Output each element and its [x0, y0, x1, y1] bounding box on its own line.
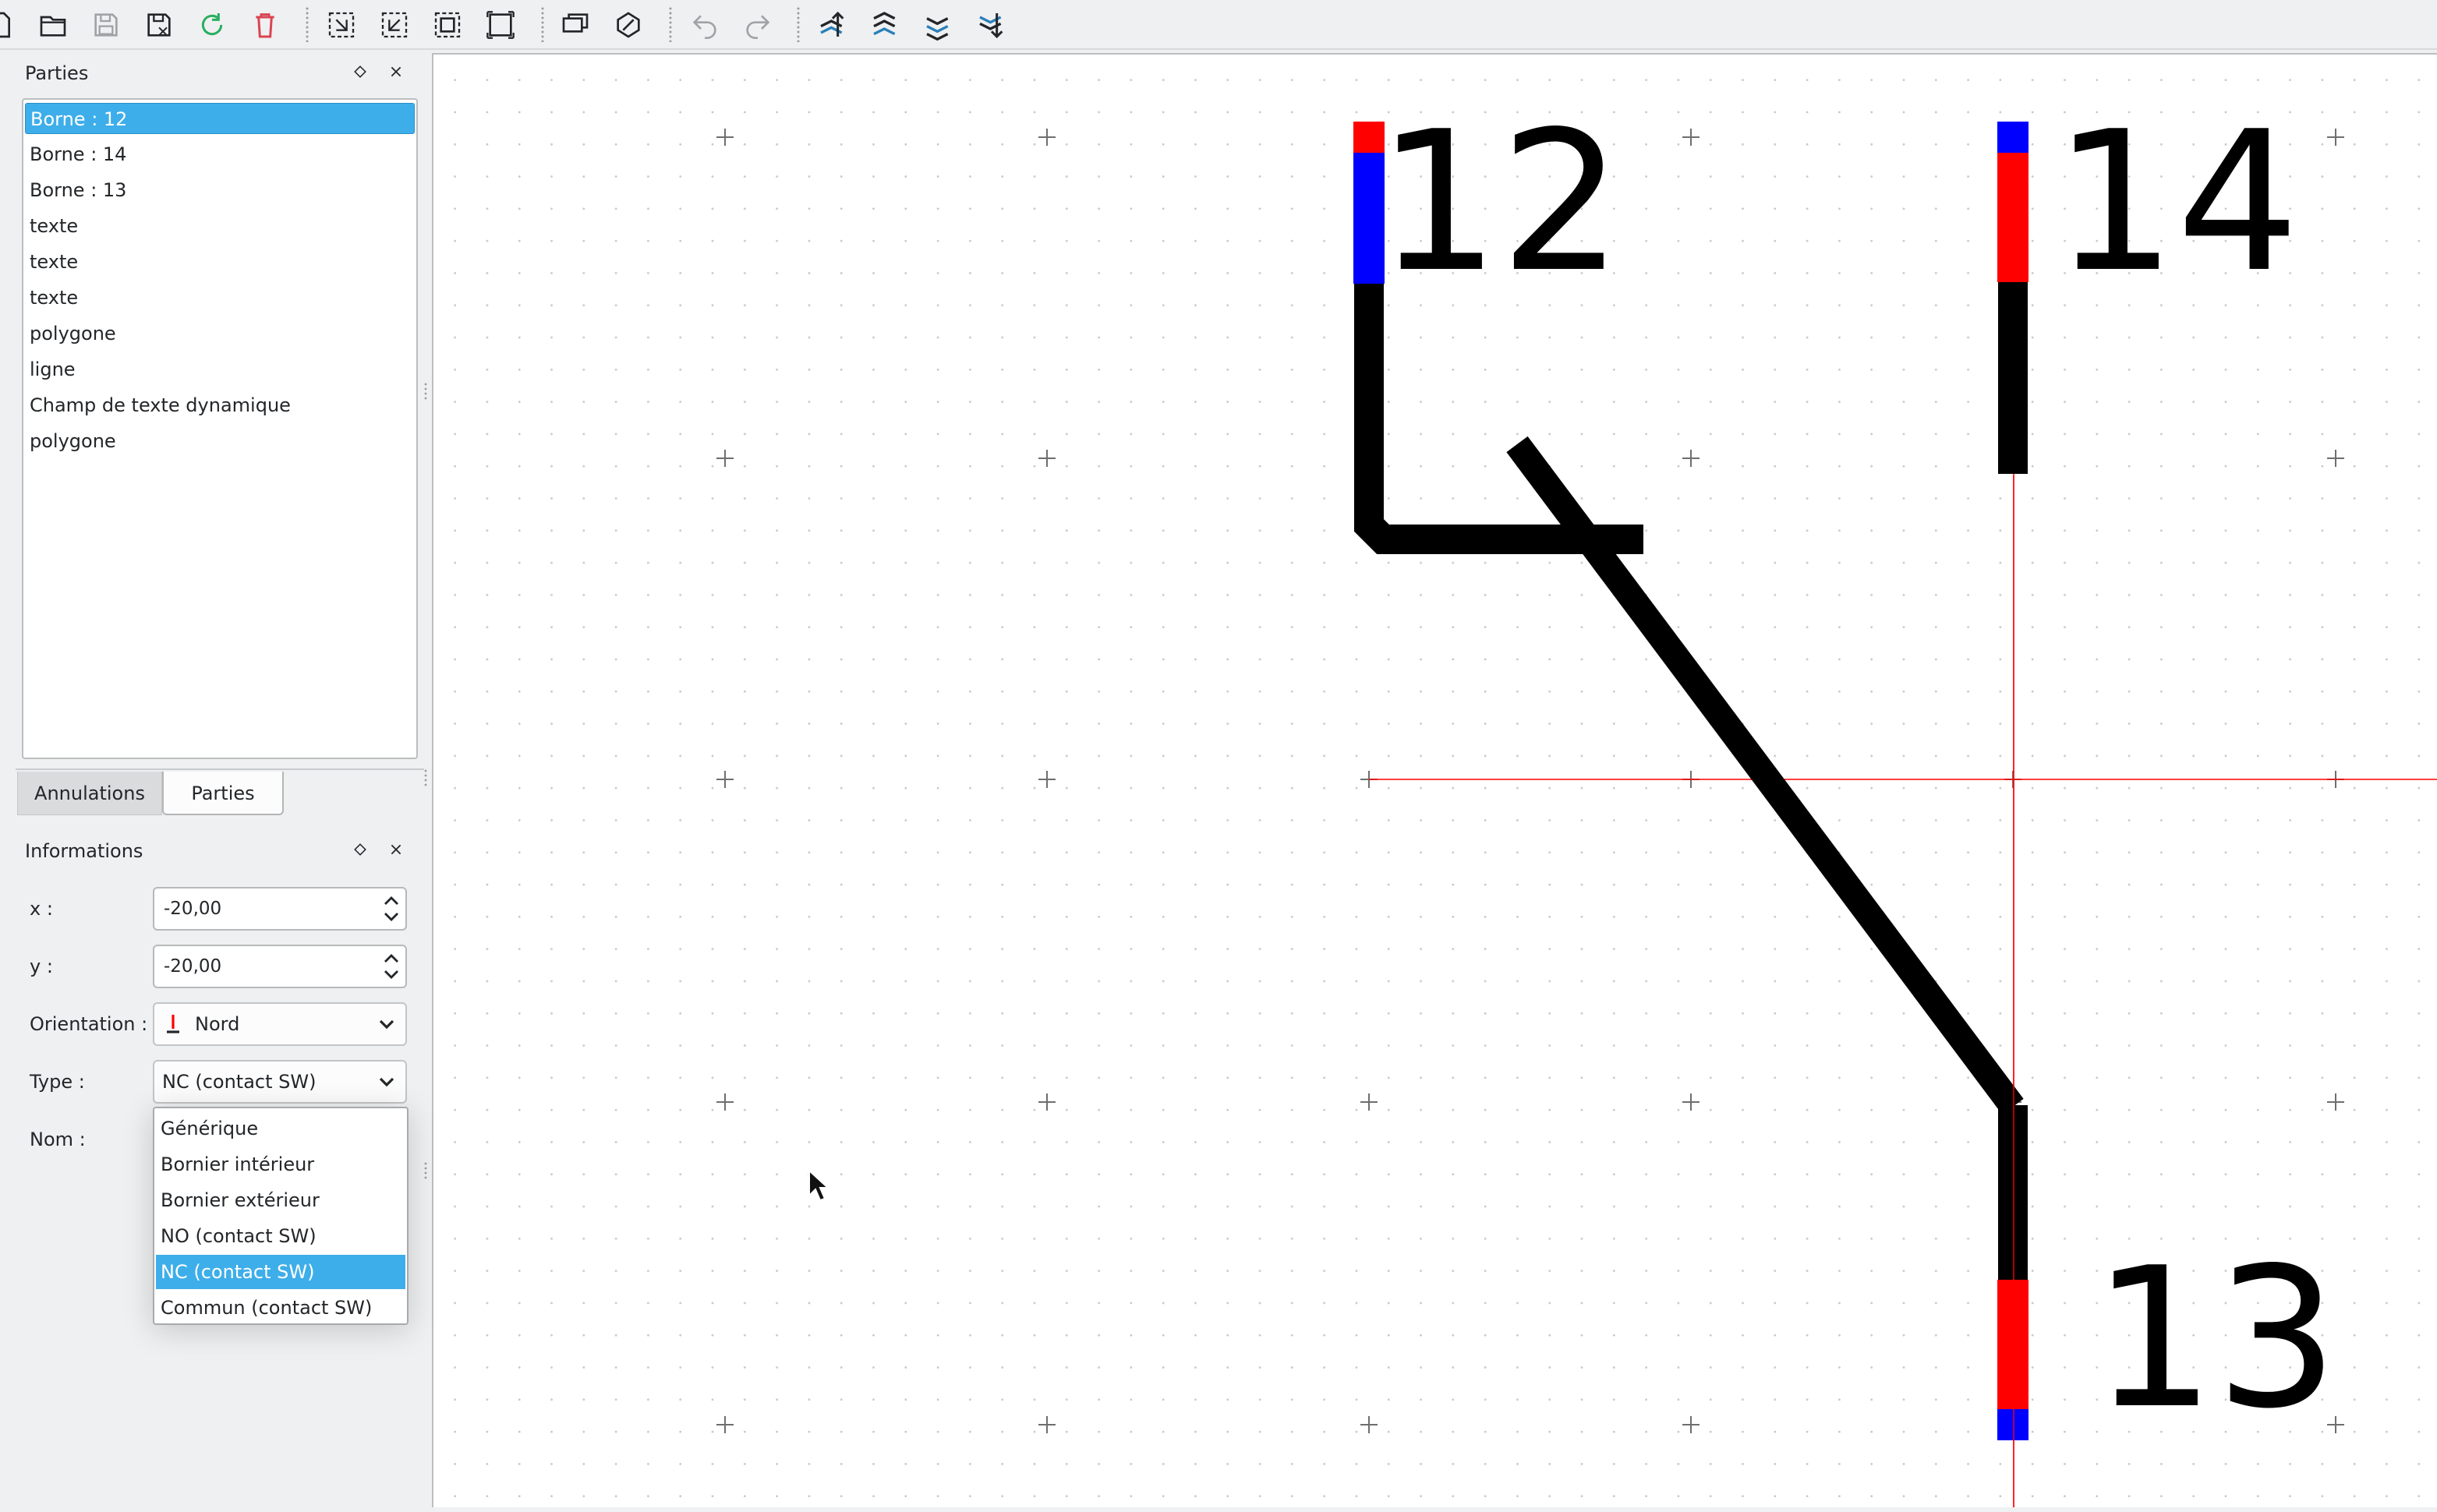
- y-value: -20,00: [164, 956, 222, 977]
- parts-list-item[interactable]: Borne : 14: [25, 139, 415, 170]
- main-toolbar: [0, 0, 2437, 50]
- parts-list-item[interactable]: ligne: [25, 354, 415, 385]
- toolbar-separator: [306, 6, 309, 42]
- type-label: Type :: [30, 1071, 85, 1093]
- wire-12[interactable]: [1354, 284, 1643, 554]
- parts-list: Borne : 12 Borne : 14 Borne : 13 texte texte…: [22, 98, 418, 759]
- x-label: x :: [30, 898, 53, 920]
- north-terminal-icon: [167, 1015, 179, 1033]
- parts-list-item[interactable]: texte: [25, 246, 415, 277]
- grid-cross: [2327, 450, 2344, 467]
- grid-cross: [1360, 1093, 1378, 1111]
- orientation-label: Orientation :: [30, 1013, 148, 1035]
- parts-panel-title: Parties: [25, 62, 89, 84]
- chevron-down-icon: [379, 1077, 394, 1087]
- send-backward-icon[interactable]: [971, 5, 1012, 45]
- close-icon[interactable]: [385, 61, 407, 83]
- orientation-value: Nord: [195, 1013, 240, 1035]
- y-spinbox[interactable]: -20,00: [153, 945, 407, 988]
- parts-list-item[interactable]: Champ de texte dynamique: [25, 390, 415, 421]
- type-option[interactable]: Générique: [156, 1111, 405, 1146]
- save-as-icon[interactable]: [139, 5, 179, 45]
- grid-cross: [1038, 450, 1056, 467]
- y-label: y :: [30, 956, 53, 977]
- switch-blade[interactable]: [1506, 436, 2024, 1115]
- parts-list-item[interactable]: Borne : 12: [25, 103, 415, 134]
- info-panel-title: Informations: [25, 840, 143, 862]
- grid-cross: [716, 771, 734, 788]
- float-icon[interactable]: [349, 839, 371, 860]
- toolbar-separator: [669, 6, 672, 42]
- grid-cross: [1038, 771, 1056, 788]
- grid-cross: [1038, 129, 1056, 146]
- close-icon[interactable]: [385, 839, 407, 860]
- type-value: NC (contact SW): [162, 1071, 317, 1093]
- invert-selection-icon[interactable]: [427, 5, 468, 45]
- type-combo[interactable]: NC (contact SW): [153, 1060, 407, 1104]
- orientation-combo[interactable]: Nord: [153, 1002, 407, 1046]
- mouse-cursor-icon: [808, 1169, 829, 1202]
- type-dropdown-list: Générique Bornier intérieur Bornier extéri…: [153, 1107, 409, 1325]
- parts-list-item[interactable]: Borne : 13: [25, 175, 415, 206]
- select-all-icon[interactable]: [321, 5, 362, 45]
- dock-tabs: Annulations Parties: [16, 768, 424, 818]
- splitter-handle[interactable]: [424, 382, 427, 401]
- parts-list-item[interactable]: polygone: [25, 426, 415, 457]
- tab-parts[interactable]: Parties: [162, 772, 284, 815]
- splitter-handle[interactable]: [424, 1161, 427, 1180]
- splitter-handle[interactable]: [424, 768, 427, 787]
- name-label: Nom :: [30, 1129, 86, 1150]
- toolbar-separator: [797, 6, 800, 42]
- grid-cross: [2327, 1093, 2344, 1111]
- reload-icon[interactable]: [192, 5, 232, 45]
- terminal-14[interactable]: [1997, 122, 2028, 282]
- grid-cross: [716, 450, 734, 467]
- type-option[interactable]: NO (contact SW): [156, 1219, 405, 1253]
- tab-undo[interactable]: Annulations: [17, 772, 162, 815]
- open-icon[interactable]: [33, 5, 73, 45]
- toolbar-separator: [541, 6, 544, 42]
- edit-properties-icon[interactable]: [608, 5, 649, 45]
- new-icon[interactable]: [0, 5, 20, 45]
- terminal-label-13[interactable]: 13: [2092, 1242, 2339, 1436]
- edit-info-icon[interactable]: [555, 5, 596, 45]
- grid-cross: [1682, 1416, 1700, 1433]
- lower-icon[interactable]: [918, 5, 959, 45]
- terminal-label-14[interactable]: 14: [2053, 106, 2300, 299]
- type-option[interactable]: Commun (contact SW): [156, 1291, 405, 1325]
- parts-list-item[interactable]: texte: [25, 282, 415, 313]
- grid-cross: [2327, 129, 2344, 146]
- grid-cross: [1682, 129, 1700, 146]
- bring-forward-icon[interactable]: [812, 5, 853, 45]
- grid-cross: [1682, 450, 1700, 467]
- parts-list-item[interactable]: texte: [25, 210, 415, 242]
- grid-cross: [716, 129, 734, 146]
- redo-icon[interactable]: [737, 5, 778, 45]
- undo-icon[interactable]: [684, 5, 725, 45]
- spin-arrows-icon[interactable]: [382, 892, 401, 926]
- parts-list-item[interactable]: polygone: [25, 318, 415, 349]
- x-value: -20,00: [164, 899, 222, 919]
- grid-cross: [1038, 1093, 1056, 1111]
- type-option[interactable]: Bornier intérieur: [156, 1147, 405, 1182]
- grid-cross: [716, 1093, 734, 1111]
- grid-cross: [1360, 1416, 1378, 1433]
- save-icon[interactable]: [86, 5, 126, 45]
- chevron-down-icon: [379, 1019, 394, 1030]
- grid-cross: [1038, 1416, 1056, 1433]
- raise-icon[interactable]: [865, 5, 906, 45]
- grid-cross: [716, 1416, 734, 1433]
- deselect-icon[interactable]: [374, 5, 415, 45]
- delete-icon[interactable]: [245, 5, 285, 45]
- type-option[interactable]: Bornier extérieur: [156, 1183, 405, 1217]
- grid-cross: [1682, 1093, 1700, 1111]
- terminal-label-12[interactable]: 12: [1377, 106, 1623, 299]
- type-option[interactable]: NC (contact SW): [156, 1255, 405, 1289]
- x-spinbox[interactable]: -20,00: [153, 887, 407, 931]
- float-icon[interactable]: [349, 61, 371, 83]
- element-editor-canvas[interactable]: 12 14 13: [432, 53, 2437, 1507]
- fit-icon[interactable]: [480, 5, 521, 45]
- spin-arrows-icon[interactable]: [382, 949, 401, 984]
- terminal-13[interactable]: [1997, 1280, 2028, 1440]
